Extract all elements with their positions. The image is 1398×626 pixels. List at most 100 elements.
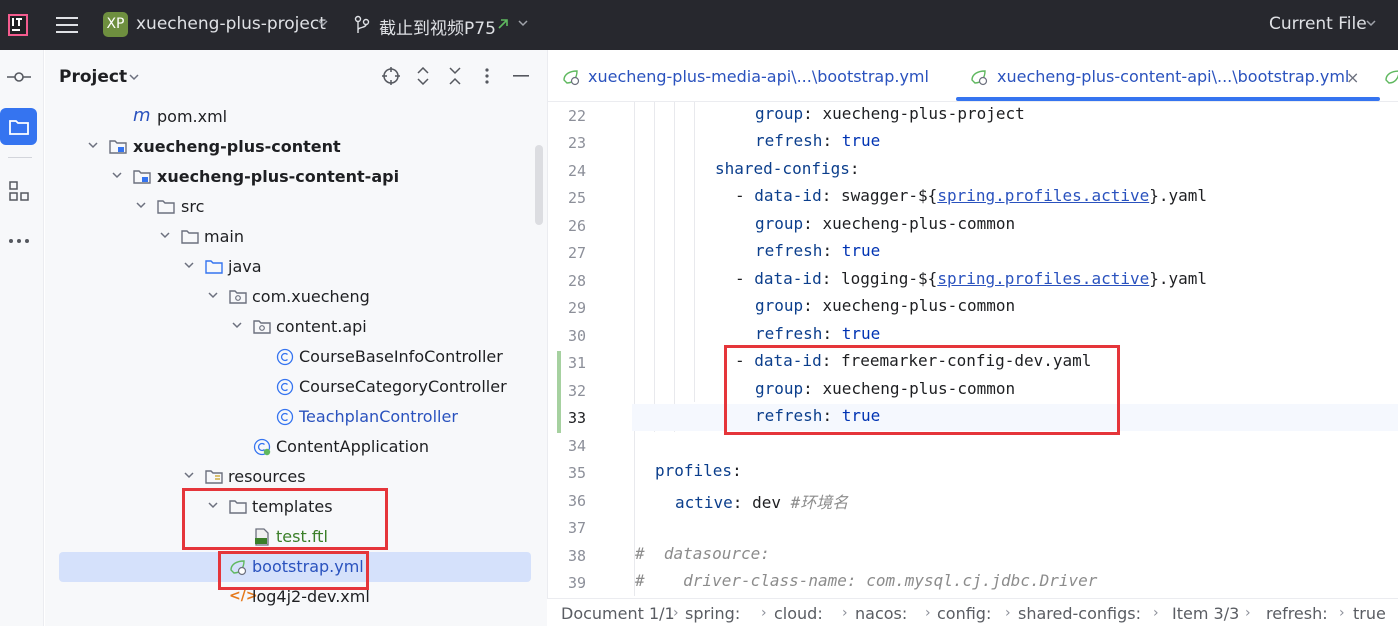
yaml-key: group (755, 104, 804, 123)
chevron-down-icon[interactable] (208, 292, 218, 299)
chevron-down-icon[interactable] (160, 232, 170, 239)
tree-item[interactable]: content.api (45, 312, 547, 342)
tree-item[interactable]: CourseBaseInfoController (45, 342, 547, 372)
yaml-comment: # driver-class-name: com.mysql.cj.jdbc.D… (635, 571, 1098, 590)
yaml-file-icon[interactable] (1384, 68, 1398, 86)
code-line: - data-id: logging-${spring.profiles.act… (632, 269, 1398, 296)
project-panel-title[interactable]: Project (59, 67, 127, 87)
structure-icon (8, 180, 29, 201)
more-tools-button[interactable] (0, 222, 37, 259)
intellij-logo-icon[interactable] (8, 14, 28, 36)
chevron-down-icon[interactable] (184, 262, 194, 269)
breadcrumb-item[interactable]: Document 1/1 (561, 604, 675, 623)
tree-item[interactable]: ContentApplication (45, 432, 547, 462)
expand-all-button[interactable] (413, 66, 433, 86)
yaml-dash: - (735, 269, 755, 288)
structure-tool-button[interactable] (0, 172, 37, 209)
project-panel-header: Project (45, 50, 547, 102)
folder-icon (157, 200, 175, 214)
breadcrumb-item[interactable]: shared-configs: (1018, 604, 1141, 623)
expand-all-icon (417, 67, 429, 85)
tree-item[interactable]: com.xuecheng (45, 282, 547, 312)
line-number: 27 (567, 244, 586, 262)
yaml-value: true (841, 241, 881, 260)
yaml-value: xuecheng-plus-project (822, 104, 1025, 123)
project-tool-button[interactable] (0, 108, 37, 145)
options-button[interactable] (477, 66, 497, 86)
chevron-down-icon[interactable] (1366, 20, 1376, 27)
source-folder-icon (205, 260, 223, 274)
yaml-colon: : (849, 159, 860, 178)
tab-label: xuecheng-plus-content-api\...\bootstrap.… (997, 67, 1350, 86)
breadcrumb-item[interactable]: true (1353, 604, 1386, 623)
yaml-key: group (755, 296, 804, 315)
code-line: group: xuecheng-plus-common (632, 296, 1398, 323)
tree-item[interactable]: main (45, 222, 547, 252)
chevron-down-icon[interactable] (136, 202, 146, 209)
tree-item[interactable]: CourseCategoryController (45, 372, 547, 402)
tree-item[interactable]: java (45, 252, 547, 282)
project-panel: Project m pom.xml xuecheng-plus-content (45, 50, 547, 626)
breadcrumb-item[interactable]: refresh: (1266, 604, 1328, 623)
line-number: 25 (567, 189, 586, 207)
code-line: group: xuecheng-plus-project (632, 104, 1398, 131)
tree-item[interactable]: xuecheng-plus-content-api (45, 162, 547, 192)
tree-item[interactable]: src (45, 192, 547, 222)
tab-content-api-bootstrap[interactable]: xuecheng-plus-content-api\...\bootstrap.… (956, 50, 1382, 102)
line-numbers: 22 23 24 25 26 27 28 29 30 31 32 33 34 3… (548, 102, 588, 596)
tree-item-label: com.xuecheng (252, 287, 370, 306)
line-number: 34 (567, 437, 586, 455)
package-icon (253, 320, 271, 334)
close-icon[interactable]: × (1346, 68, 1359, 87)
property-reference-link[interactable]: spring.profiles.active (937, 186, 1149, 205)
breadcrumb-item[interactable]: config: (937, 604, 991, 623)
collapse-all-button[interactable] (445, 66, 465, 86)
tab-label: xuecheng-plus-media-api\...\bootstrap.ym… (588, 67, 929, 86)
crosshair-icon (382, 67, 400, 85)
project-badge[interactable]: XP (103, 12, 128, 37)
tree-item-label: CourseBaseInfoController (299, 347, 503, 366)
locate-file-button[interactable] (381, 66, 401, 86)
line-number: 26 (567, 217, 586, 235)
tree-item[interactable]: xuecheng-plus-content (45, 132, 547, 162)
property-reference-link[interactable]: spring.profiles.active (937, 269, 1149, 288)
breadcrumb-separator-icon: › (761, 605, 767, 621)
breadcrumb-item[interactable]: spring: (685, 604, 740, 623)
tree-item[interactable]: test (45, 612, 547, 626)
line-number: 23 (567, 134, 586, 152)
chevron-down-icon[interactable] (184, 472, 194, 479)
yaml-colon: : (803, 104, 813, 123)
yaml-key: refresh (755, 131, 823, 150)
class-icon (276, 348, 294, 366)
git-branch-icon[interactable] (354, 15, 370, 35)
run-configuration-selector[interactable]: Current File (1269, 14, 1367, 34)
project-name[interactable]: xuecheng-plus-project (136, 14, 326, 34)
yaml-value: xuecheng-plus-common (822, 296, 1016, 315)
chevron-down-icon[interactable] (518, 20, 528, 27)
annotation-box-templates (182, 488, 388, 550)
toolstrip-divider (8, 157, 32, 158)
line-number-current: 33 (567, 409, 586, 427)
breadcrumb-item[interactable]: cloud: (774, 604, 823, 623)
line-number: 24 (567, 162, 586, 180)
code-line: group: xuecheng-plus-common (632, 214, 1398, 241)
main-menu-icon[interactable] (56, 15, 78, 35)
hide-panel-button[interactable] (511, 66, 531, 86)
chevron-down-icon[interactable] (232, 322, 242, 329)
chevron-down-icon[interactable] (112, 172, 122, 179)
commit-tool-button[interactable] (0, 58, 37, 95)
tree-item[interactable]: m pom.xml (45, 102, 547, 132)
breadcrumb-separator-icon: › (842, 605, 848, 621)
minimize-icon (513, 75, 529, 77)
branch-name[interactable]: 截止到视频P75 (379, 14, 496, 39)
breadcrumb-item[interactable]: Item 3/3 (1172, 604, 1239, 623)
chevron-down-icon[interactable] (88, 142, 98, 149)
yaml-colon: : (821, 269, 832, 288)
chevron-down-icon[interactable] (129, 74, 139, 81)
tab-media-api-bootstrap[interactable]: xuecheng-plus-media-api\...\bootstrap.ym… (548, 50, 948, 102)
yaml-dash: - (735, 186, 755, 205)
chevron-down-icon[interactable] (318, 20, 328, 27)
tree-item[interactable]: TeachplanController (45, 402, 547, 432)
breadcrumb-separator-icon: › (1245, 605, 1251, 621)
breadcrumb-item[interactable]: nacos: (855, 604, 907, 623)
